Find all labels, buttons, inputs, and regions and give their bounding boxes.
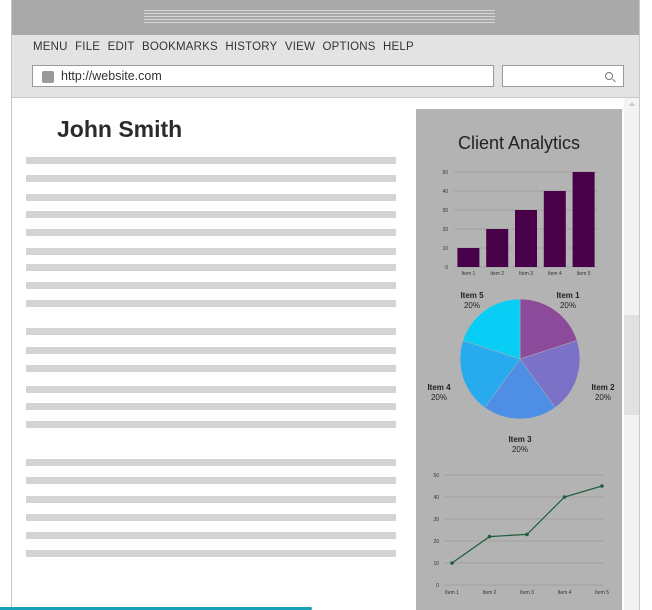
line-point <box>600 484 604 488</box>
line-point <box>450 561 454 565</box>
text-placeholder-line <box>26 496 396 503</box>
title-grip-line <box>144 10 495 11</box>
line-x-tick-label: Item 5 <box>595 590 609 596</box>
line-y-tick-label: 50 <box>433 473 439 479</box>
line-y-tick-label: 0 <box>436 583 439 589</box>
browser-window: MENU FILE EDIT BOOKMARKS HISTORY VIEW OP… <box>11 0 640 610</box>
bar-x-tick-label: Item 1 <box>461 271 475 277</box>
text-placeholder-line <box>26 347 396 354</box>
page-content: John Smith Client Analytics 0 10 20 30 40 50 I… <box>12 98 639 610</box>
text-placeholder-line <box>26 514 396 521</box>
pie-slice-value: 20% <box>464 301 480 310</box>
pie-slice-label: Item 5 <box>460 291 484 300</box>
menu-item-menu[interactable]: MENU <box>33 41 68 53</box>
text-placeholder-line <box>26 300 396 307</box>
line-point <box>562 495 567 499</box>
search-icon[interactable] <box>605 72 613 80</box>
title-grip-line <box>144 16 495 17</box>
pie-slice-label: Item 2 <box>591 383 615 392</box>
menu-item-help[interactable]: HELP <box>383 41 414 53</box>
bar-x-tick-label: Item 3 <box>519 271 533 277</box>
analytics-charts: 0 10 20 30 40 50 Item 1 Item 2 Item 3 Item 4 Item … <box>427 170 615 596</box>
line-y-tick-label: 10 <box>433 561 439 567</box>
search-input[interactable] <box>502 65 624 87</box>
line-x-tick-label: Item 2 <box>483 590 497 596</box>
title-grip-line <box>144 19 495 20</box>
page-title: John Smith <box>57 116 183 142</box>
line-point <box>525 532 529 537</box>
menu-item-history[interactable]: HISTORY <box>225 41 277 53</box>
menu-item-file[interactable]: FILE <box>75 41 100 53</box>
bar-mark <box>572 172 595 267</box>
bar-y-tick-label: 10 <box>442 246 448 252</box>
text-placeholder-line <box>26 386 396 393</box>
browser-toolbar: MENU FILE EDIT BOOKMARKS HISTORY VIEW OP… <box>12 35 639 98</box>
line-x-tick-label: Item 1 <box>445 590 459 596</box>
line-y-tick-label: 20 <box>433 539 439 545</box>
text-placeholder-line <box>26 175 396 182</box>
line-series <box>451 485 603 564</box>
favicon-icon <box>42 71 54 83</box>
pie-slice-value: 20% <box>512 445 528 454</box>
address-bar[interactable]: http://website.com <box>32 65 494 87</box>
bar-y-tick-label: 20 <box>442 227 448 233</box>
analytics-panel: Client Analytics 0 10 20 30 40 50 Item 1 Item 2… <box>416 109 622 610</box>
text-placeholder-line <box>26 211 396 218</box>
pie-slice-label: Item 1 <box>556 291 580 300</box>
pie-slice-value: 20% <box>431 393 447 402</box>
text-placeholder-line <box>26 477 396 484</box>
text-placeholder-line <box>26 459 396 466</box>
text-placeholder-line <box>26 532 396 539</box>
title-grip-line <box>144 22 495 23</box>
text-placeholder-line <box>26 328 396 335</box>
text-placeholder-line <box>26 282 396 289</box>
title-bar[interactable] <box>12 0 639 35</box>
pie-slice-value: 20% <box>560 301 576 310</box>
pie-slice-label: Item 4 <box>427 383 451 392</box>
text-placeholder-line <box>26 264 396 271</box>
text-placeholder-line <box>26 229 396 236</box>
scrollbar-thumb[interactable] <box>624 315 639 415</box>
scrollbar[interactable] <box>624 98 639 610</box>
bar-y-tick-label: 30 <box>442 208 448 214</box>
text-placeholder-line <box>26 550 396 557</box>
menu-item-view[interactable]: VIEW <box>285 41 315 53</box>
menu-bar: MENU FILE EDIT BOOKMARKS HISTORY VIEW OP… <box>33 41 418 53</box>
bar-x-tick-label: Item 5 <box>577 271 591 277</box>
menu-item-bookmarks[interactable]: BOOKMARKS <box>142 41 218 53</box>
bar-y-tick-label: 50 <box>442 170 448 176</box>
title-grip-line <box>144 13 495 14</box>
menu-item-options[interactable]: OPTIONS <box>322 41 375 53</box>
bar-mark <box>543 191 566 267</box>
bar-x-tick-label: Item 4 <box>548 271 562 277</box>
text-placeholder-line <box>26 157 396 164</box>
line-x-tick-label: Item 4 <box>558 590 572 596</box>
text-placeholder-line <box>26 194 396 201</box>
text-placeholder-line <box>26 421 396 428</box>
bar-y-tick-label: 0 <box>445 265 448 271</box>
scroll-up-arrow-icon[interactable] <box>629 102 635 106</box>
line-y-tick-label: 40 <box>433 495 439 501</box>
bar-mark <box>486 229 509 267</box>
pie-slice-label: Item 3 <box>508 435 532 444</box>
bar-y-tick-label: 40 <box>442 189 448 195</box>
text-placeholder-line <box>26 248 396 255</box>
pie-slice-value: 20% <box>595 393 611 402</box>
line-y-tick-label: 30 <box>433 517 439 523</box>
line-x-tick-label: Item 3 <box>520 590 534 596</box>
line-point <box>487 534 492 539</box>
bar-mark <box>457 248 480 267</box>
bar-mark <box>515 210 537 267</box>
text-placeholder-line <box>26 365 396 372</box>
text-placeholder-line <box>26 403 396 410</box>
bar-x-tick-label: Item 2 <box>490 271 504 277</box>
url-text[interactable]: http://website.com <box>61 69 162 83</box>
menu-item-edit[interactable]: EDIT <box>108 41 135 53</box>
